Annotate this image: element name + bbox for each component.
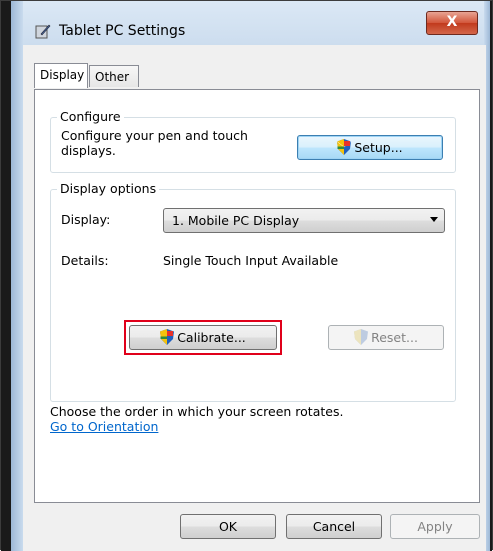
cancel-button[interactable]: Cancel: [286, 514, 382, 539]
configure-group-label: Configure: [57, 109, 124, 124]
orientation-text: Choose the order in which your screen ro…: [50, 404, 344, 419]
display-options-group: Display options Display: 1. Mobile PC Di…: [50, 181, 456, 402]
configure-description: Configure your pen and touch displays.: [61, 128, 248, 158]
calibrate-button[interactable]: Calibrate...: [129, 325, 277, 350]
tablet-pc-settings-window: Tablet PC Settings X Display Other Confi…: [0, 0, 493, 551]
tab-display[interactable]: Display: [34, 63, 88, 88]
display-options-group-label: Display options: [57, 181, 160, 196]
details-value: Single Touch Input Available: [163, 253, 339, 268]
display-tab-panel: Configure Configure your pen and touch d…: [34, 89, 480, 503]
window-title: Tablet PC Settings: [59, 23, 186, 39]
setup-button[interactable]: Setup...: [297, 135, 443, 160]
ok-button[interactable]: OK: [180, 514, 276, 539]
reset-button-label: Reset...: [371, 330, 418, 345]
configure-group: Configure Configure your pen and touch d…: [50, 109, 456, 173]
close-button[interactable]: X: [426, 11, 478, 35]
setup-button-label: Setup...: [354, 140, 403, 155]
tab-other[interactable]: Other: [89, 65, 139, 87]
window-left-frame: [1, 1, 23, 551]
display-label: Display:: [61, 212, 111, 227]
uac-shield-icon: [160, 329, 175, 345]
title-bar[interactable]: Tablet PC Settings X: [23, 1, 484, 43]
dialog-client-area: Display Other Configure Configure your p…: [23, 45, 486, 551]
apply-button[interactable]: Apply: [390, 514, 480, 539]
uac-shield-icon: [337, 139, 352, 155]
chevron-down-icon: [430, 217, 438, 222]
tablet-pen-icon: [35, 23, 51, 39]
display-select[interactable]: 1. Mobile PC Display: [163, 208, 445, 233]
uac-shield-icon: [354, 329, 369, 345]
reset-button[interactable]: Reset...: [328, 325, 444, 350]
display-select-value: 1. Mobile PC Display: [172, 213, 300, 228]
calibrate-button-label: Calibrate...: [177, 330, 246, 345]
go-to-orientation-link[interactable]: Go to Orientation: [50, 419, 158, 434]
details-label: Details:: [61, 253, 109, 268]
